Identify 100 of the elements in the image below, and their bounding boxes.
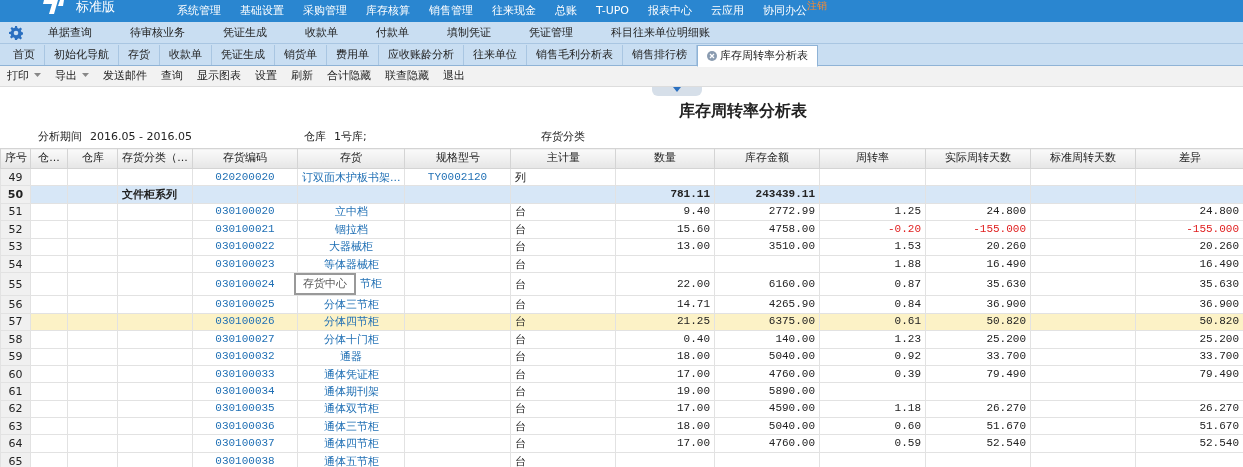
column-header[interactable]: 差异 — [1135, 148, 1243, 169]
collapse-handle[interactable] — [651, 87, 702, 96]
column-header[interactable]: 规格型号 — [404, 148, 511, 169]
tab[interactable]: 应收账龄分析 — [379, 45, 464, 65]
menu-item[interactable]: 系统管理 — [177, 0, 221, 22]
close-icon[interactable] — [707, 51, 717, 61]
toolbar-button[interactable]: 合计隐藏 — [320, 66, 378, 86]
table-link[interactable]: 分体三节柜 — [297, 295, 405, 314]
table-cell: 20.260 — [925, 238, 1031, 256]
table-link[interactable]: 大器械柜 — [297, 238, 405, 256]
table-link[interactable]: 030100036 — [192, 417, 298, 435]
toolbar-button[interactable]: 刷新 — [284, 66, 320, 86]
column-header[interactable]: 库存金额 — [714, 148, 820, 169]
table-link[interactable]: 030100025 — [192, 295, 298, 314]
quick-link[interactable]: 凭证生成 — [204, 22, 286, 43]
column-header[interactable]: 仓库 — [67, 148, 118, 169]
table-cell: 台 — [510, 330, 616, 348]
table-link[interactable]: 通体凭证柜 — [297, 365, 405, 383]
table-cell: 台 — [510, 382, 616, 401]
table-cell: -0.20 — [819, 220, 926, 239]
caret-icon — [34, 73, 41, 77]
filter-label: 分析期间 — [38, 129, 82, 145]
table-link[interactable]: 分体十门柜 — [297, 330, 405, 348]
quick-link[interactable]: 科目往来单位明细账 — [592, 22, 729, 43]
table-link[interactable]: 030100021 — [192, 220, 298, 239]
table-link[interactable]: 等体器械柜 — [297, 255, 405, 273]
table-link[interactable]: TY0002120 — [404, 168, 511, 186]
toolbar-button[interactable]: 发送邮件 — [96, 66, 154, 86]
toolbar-button[interactable]: 导出 — [48, 66, 96, 86]
tab[interactable]: 存货 — [119, 45, 160, 65]
toolbar-button[interactable]: 退出 — [436, 66, 472, 86]
settings-icon[interactable] — [9, 25, 23, 40]
tab[interactable]: 销货单 — [275, 45, 327, 65]
column-header[interactable]: 序号 — [0, 148, 31, 169]
column-header[interactable]: 存货分类（... — [117, 148, 193, 169]
table-link[interactable]: 订双面木护板书架... — [297, 168, 405, 186]
table-link[interactable]: 030100020 — [192, 203, 298, 221]
menu-item[interactable]: T-UPO — [596, 0, 630, 22]
toolbar-button[interactable]: 联查隐藏 — [378, 66, 436, 86]
column-header[interactable]: 周转率 — [819, 148, 926, 169]
tab[interactable]: 初始化导航 — [45, 45, 119, 65]
table-link[interactable]: 锢拉档 — [297, 220, 405, 239]
menu-item[interactable]: 销售管理 — [429, 0, 473, 22]
column-header[interactable]: 仓... — [30, 148, 68, 169]
toolbar-button[interactable]: 查询 — [154, 66, 190, 86]
tab[interactable]: 首页 — [4, 45, 45, 65]
table-link[interactable]: 通器 — [297, 348, 405, 366]
table-link[interactable]: 020200020 — [192, 168, 298, 186]
table-cell: 15.60 — [615, 220, 715, 239]
tab[interactable]: 销售毛利分析表 — [527, 45, 623, 65]
table-cell: 0.40 — [615, 330, 715, 348]
table-cell: 台 — [510, 400, 616, 418]
table-cell: 台 — [510, 255, 616, 273]
tab[interactable]: 费用单 — [327, 45, 379, 65]
quick-link[interactable]: 收款单 — [286, 22, 357, 43]
table-cell: 4265.90 — [714, 295, 820, 314]
caret-icon — [82, 73, 89, 77]
quick-link[interactable]: 待审核业务 — [111, 22, 204, 43]
column-header[interactable]: 标准周转天数 — [1030, 148, 1136, 169]
menu-item[interactable]: 总账 — [555, 0, 577, 22]
column-header[interactable]: 存货 — [297, 148, 405, 169]
menu-item[interactable]: 协同办公 — [763, 0, 808, 22]
table-link[interactable]: 030100037 — [192, 434, 298, 453]
quick-link[interactable]: 填制凭证 — [428, 22, 510, 43]
toolbar-button[interactable]: 设置 — [248, 66, 284, 86]
toolbar-button[interactable]: 显示图表 — [190, 66, 248, 86]
column-header[interactable]: 实际周转天数 — [925, 148, 1031, 169]
quick-link[interactable]: 凭证管理 — [510, 22, 592, 43]
table-link[interactable]: 030100035 — [192, 400, 298, 418]
column-header[interactable]: 数量 — [615, 148, 715, 169]
tab[interactable]: 库存周转率分析表 — [697, 45, 818, 67]
quick-link[interactable]: 单据查询 — [29, 22, 111, 43]
menu-item[interactable]: 报表中心 — [648, 0, 693, 22]
table-link[interactable]: 030100034 — [192, 382, 298, 401]
table-link[interactable]: 通体四节柜 — [297, 434, 405, 453]
table-cell: 14.71 — [615, 295, 715, 314]
table-link[interactable]: 通体三节柜 — [297, 417, 405, 435]
tab[interactable]: 往来单位 — [464, 45, 527, 65]
tab[interactable]: 收款单 — [160, 45, 212, 65]
table-cell: -155.000 — [925, 220, 1031, 239]
quick-link[interactable]: 付款单 — [357, 22, 428, 43]
table-cell: 22.00 — [615, 272, 715, 296]
table-link[interactable]: 030100022 — [192, 238, 298, 256]
menu-item[interactable]: 采购管理 — [303, 0, 347, 22]
table-link[interactable]: 通体双节柜 — [297, 400, 405, 418]
menu-item[interactable]: 云应用 — [711, 0, 745, 22]
menu-item[interactable]: 库存核算 — [366, 0, 410, 22]
tab[interactable]: 凭证生成 — [212, 45, 275, 65]
table-link[interactable]: 030100027 — [192, 330, 298, 348]
menu-item[interactable]: 基础设置 — [240, 0, 284, 22]
table-cell: 0.59 — [819, 434, 926, 453]
table-link[interactable]: 030100032 — [192, 348, 298, 366]
table-link[interactable]: 030100033 — [192, 365, 298, 383]
menu-item[interactable]: 往来现金 — [492, 0, 536, 22]
column-header[interactable]: 主计量 — [510, 148, 616, 169]
table-link[interactable]: 立中档 — [297, 203, 405, 221]
toolbar-button[interactable]: 打印 — [0, 66, 48, 86]
table-link[interactable]: 通体期刊架 — [297, 382, 405, 401]
column-header[interactable]: 存货编码 — [192, 148, 298, 169]
table-link[interactable]: 030100023 — [192, 255, 298, 273]
